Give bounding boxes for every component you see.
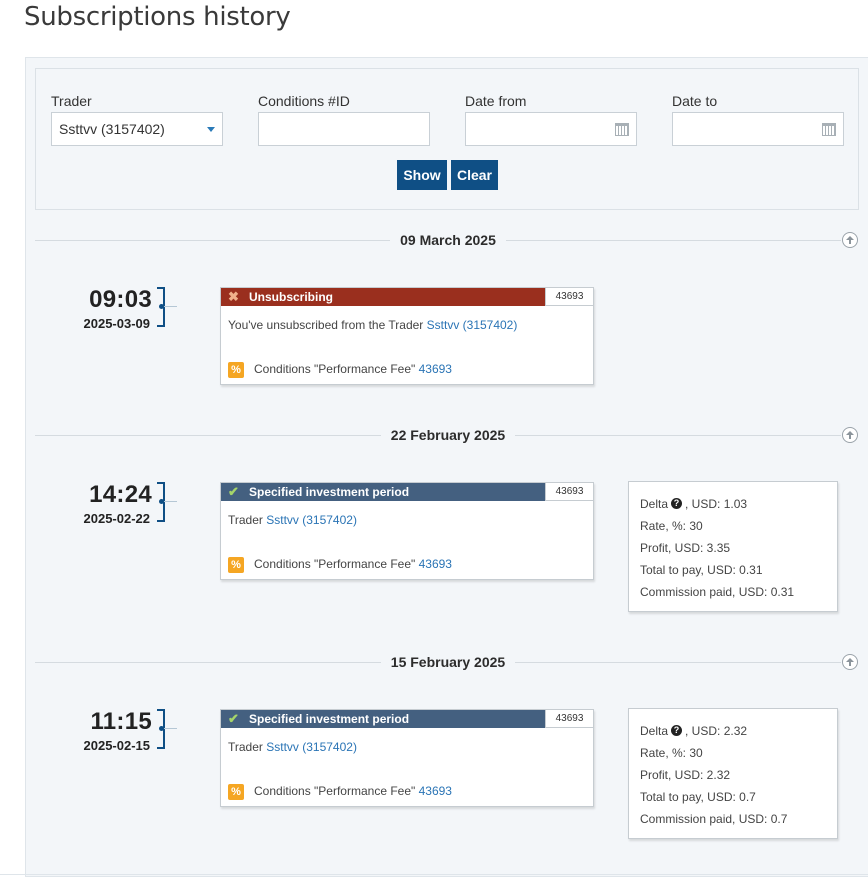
trader-select-value: Ssttvv (3157402) <box>59 121 165 137</box>
clear-button[interactable]: Clear <box>451 160 498 190</box>
calendar-icon[interactable] <box>822 123 836 136</box>
card-conditions: % Conditions "Performance Fee" 43693 <box>228 784 452 800</box>
card-header: ✔ Specified investment period 43693 <box>221 483 593 501</box>
event-date: 2025-03-09 <box>83 316 151 331</box>
delta-row: Delta?, USD: 1.03 <box>640 497 748 511</box>
timeline-bracket <box>157 482 177 522</box>
card-id: 43693 <box>545 710 593 728</box>
trader-select[interactable]: Ssttvv (3157402) <box>51 112 223 146</box>
card-conditions: % Conditions "Performance Fee" 43693 <box>228 362 452 378</box>
commission-row: Commission paid, USD: 0.7 <box>640 812 788 826</box>
profit-row: Profit, USD: 2.32 <box>640 768 731 782</box>
percent-icon: % <box>228 784 244 800</box>
event-date: 2025-02-22 <box>83 511 151 526</box>
timeline-bracket <box>157 287 177 327</box>
event-date: 2025-02-15 <box>83 738 151 753</box>
total-to-pay-row: Total to pay, USD: 0.7 <box>640 790 756 804</box>
rate-row: Rate, %: 30 <box>640 746 703 760</box>
profit-row: Profit, USD: 3.35 <box>640 541 731 555</box>
conditions-link[interactable]: 43693 <box>419 784 452 798</box>
chevron-down-icon <box>207 127 215 132</box>
check-icon: ✔ <box>228 484 239 499</box>
percent-icon: % <box>228 557 244 573</box>
card-description: You've unsubscribed from the Trader Sstt… <box>228 318 518 332</box>
card-title: Specified investment period <box>249 485 410 499</box>
card-title: Unsubscribing <box>249 290 334 304</box>
scroll-up-icon[interactable] <box>842 427 858 443</box>
event-time: 14:24 <box>89 481 152 508</box>
total-to-pay-row: Total to pay, USD: 0.31 <box>640 563 763 577</box>
scroll-up-icon[interactable] <box>842 232 858 248</box>
event-time: 09:03 <box>89 286 152 313</box>
event-time: 11:15 <box>90 708 152 735</box>
card-header: ✔ Specified investment period 43693 <box>221 710 593 728</box>
event-card: ✔ Specified investment period 43693 Trad… <box>220 482 594 580</box>
timeline-bracket <box>157 709 177 749</box>
panel-bottom-border <box>0 874 868 875</box>
delta-row: Delta?, USD: 2.32 <box>640 724 748 738</box>
card-id: 43693 <box>545 483 593 501</box>
check-icon: ✔ <box>228 711 239 726</box>
trader-link[interactable]: Ssttvv (3157402) <box>427 318 518 332</box>
conditions-link[interactable]: 43693 <box>419 362 452 376</box>
event-card: ✔ Specified investment period 43693 Trad… <box>220 709 594 807</box>
date-from-label: Date from <box>465 93 527 109</box>
calendar-icon[interactable] <box>615 123 629 136</box>
date-to-input[interactable] <box>672 112 844 146</box>
date-heading: 22 February 2025 <box>0 427 868 443</box>
card-header: ✖ Unsubscribing 43693 <box>221 288 593 306</box>
conditions-id-input[interactable] <box>258 112 430 146</box>
card-description: Trader Ssttvv (3157402) <box>228 513 357 527</box>
card-description: Trader Ssttvv (3157402) <box>228 740 357 754</box>
show-button[interactable]: Show <box>397 160 447 190</box>
stats-box: Delta?, USD: 2.32 Rate, %: 30 Profit, US… <box>628 708 838 839</box>
trader-label: Trader <box>51 93 92 109</box>
conditions-label: Conditions #ID <box>258 93 350 109</box>
stats-box: Delta?, USD: 1.03 Rate, %: 30 Profit, US… <box>628 481 838 612</box>
conditions-link[interactable]: 43693 <box>419 557 452 571</box>
event-card: ✖ Unsubscribing 43693 You've unsubscribe… <box>220 287 594 385</box>
percent-icon: % <box>228 362 244 378</box>
card-title: Specified investment period <box>249 712 410 726</box>
rate-row: Rate, %: 30 <box>640 519 703 533</box>
card-id: 43693 <box>545 288 593 306</box>
trader-link[interactable]: Ssttvv (3157402) <box>266 513 357 527</box>
help-icon[interactable]: ? <box>671 498 683 510</box>
commission-row: Commission paid, USD: 0.31 <box>640 585 795 599</box>
scroll-up-icon[interactable] <box>842 654 858 670</box>
date-heading: 09 March 2025 <box>0 232 868 248</box>
help-icon[interactable]: ? <box>671 725 683 737</box>
page-title: Subscriptions history <box>24 2 291 32</box>
date-to-label: Date to <box>672 93 718 109</box>
date-from-input[interactable] <box>465 112 637 146</box>
filter-form: Trader Ssttvv (3157402) Conditions #ID D… <box>35 68 859 210</box>
trader-link[interactable]: Ssttvv (3157402) <box>266 740 357 754</box>
card-conditions: % Conditions "Performance Fee" 43693 <box>228 557 452 573</box>
date-heading: 15 February 2025 <box>0 654 868 670</box>
x-icon: ✖ <box>228 289 239 304</box>
